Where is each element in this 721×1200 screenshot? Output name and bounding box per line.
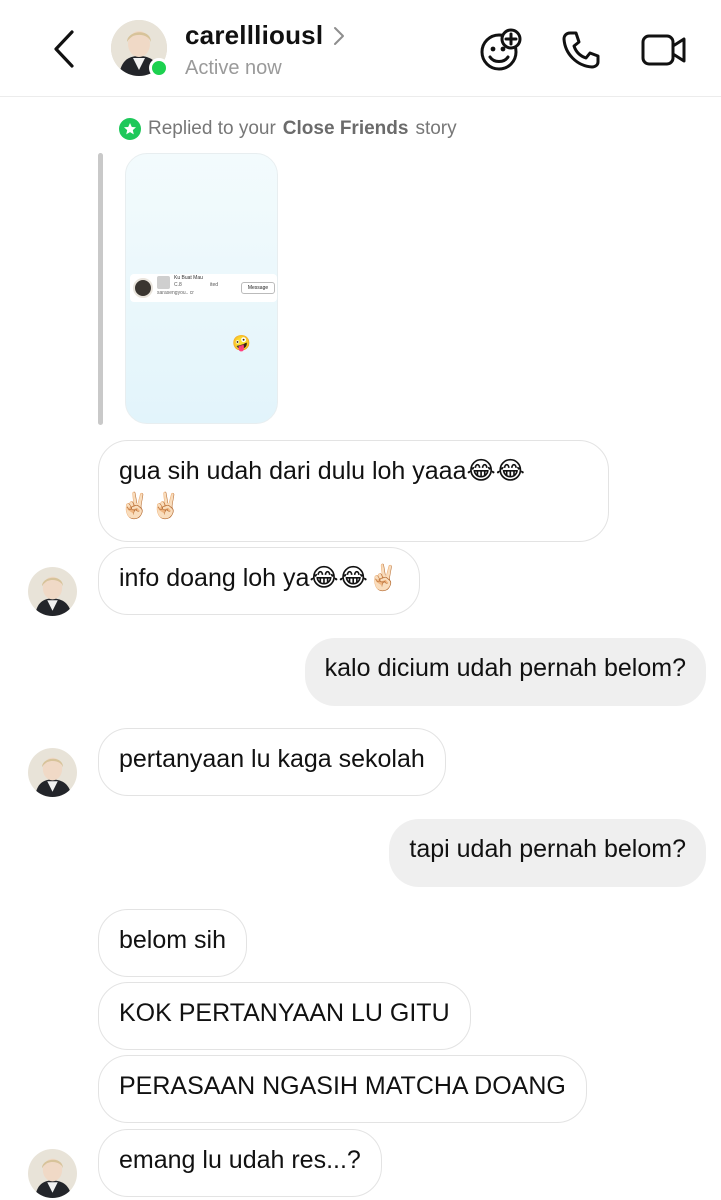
close-friends-label: Close Friends <box>282 118 409 139</box>
active-status: Active now <box>185 57 282 79</box>
video-call-button[interactable] <box>640 26 688 74</box>
message-bubble[interactable]: gua sih udah dari dulu loh yaaa😂😂 ✌🏻✌🏻 <box>98 440 609 542</box>
contact-title[interactable]: carellliousl Active now <box>185 20 345 80</box>
reply-suffix: story <box>415 118 457 139</box>
call-button[interactable] <box>557 26 605 74</box>
message-text: KOK PERTANYAAN LU GITU <box>119 999 450 1027</box>
story-music-thumb <box>157 276 170 289</box>
phone-icon <box>562 31 600 69</box>
contact-avatar[interactable] <box>111 20 169 78</box>
reply-prefix: Replied to your <box>148 118 276 139</box>
message-bubble-outgoing[interactable]: kalo dicium udah pernah belom? <box>304 638 706 706</box>
sender-avatar[interactable] <box>28 748 77 797</box>
story-preview-row: Ku Buat Mau C.8 ited sarasengyou.. cr Me… <box>130 274 277 302</box>
sender-avatar[interactable] <box>28 567 77 616</box>
online-indicator <box>149 58 169 78</box>
contact-username: carellliousl <box>185 20 324 50</box>
message-text: pertanyaan lu kaga sekolah <box>119 745 425 773</box>
chat-header: carellliousl Active now <box>0 0 721 97</box>
story-mini-avatar <box>133 278 153 298</box>
message-bubble[interactable]: belom sih <box>98 909 247 977</box>
chevron-left-icon <box>54 30 74 68</box>
effects-button[interactable] <box>477 26 525 74</box>
story-message-button: Message <box>241 282 275 294</box>
message-text: kalo dicium udah pernah belom? <box>324 654 686 682</box>
message-bubble[interactable]: info doang loh ya😂😂✌🏻 <box>98 547 420 615</box>
close-friends-star-icon <box>119 118 141 140</box>
message-bubble[interactable]: KOK PERTANYAAN LU GITU <box>98 982 471 1050</box>
video-camera-icon <box>641 34 686 66</box>
sender-avatar[interactable] <box>28 1149 77 1198</box>
message-bubble-outgoing[interactable]: tapi udah pernah belom? <box>389 819 706 887</box>
chevron-right-icon <box>334 26 345 45</box>
story-reply-note: Replied to your Close Friends story <box>119 118 457 140</box>
story-preview-text: sarasengyou.. cr <box>157 290 194 296</box>
story-sticker: 🤪 <box>232 335 251 352</box>
message-bubble[interactable]: emang lu udah res...? <box>98 1129 382 1197</box>
message-text: info doang loh ya😂😂✌🏻 <box>119 564 399 592</box>
story-preview[interactable]: Ku Buat Mau C.8 ited sarasengyou.. cr Me… <box>125 153 278 424</box>
reply-quote-bar <box>98 153 103 425</box>
sticker-plus-icon <box>480 28 522 71</box>
message-text: gua sih udah dari dulu loh yaaa😂😂 <box>119 457 525 485</box>
message-text: ✌🏻✌🏻 <box>119 492 182 520</box>
message-text: PERASAAN NGASIH MATCHA DOANG <box>119 1072 566 1100</box>
message-text: belom sih <box>119 926 226 954</box>
story-preview-text: Ku Buat Mau <box>174 275 203 281</box>
story-preview-text: C.8 <box>174 282 182 288</box>
story-preview-text: ited <box>210 282 219 288</box>
back-button[interactable] <box>46 26 82 72</box>
message-text: emang lu udah res...? <box>119 1146 361 1174</box>
message-bubble[interactable]: PERASAAN NGASIH MATCHA DOANG <box>98 1055 587 1123</box>
message-bubble[interactable]: pertanyaan lu kaga sekolah <box>98 728 446 796</box>
message-text: tapi udah pernah belom? <box>409 835 686 863</box>
